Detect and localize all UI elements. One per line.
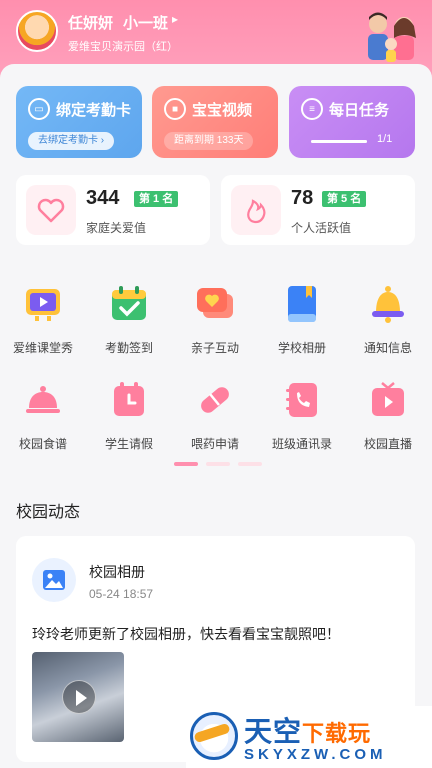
grid-item-leave[interactable]: 学生请假 [94, 380, 164, 452]
card-title: 每日任务 [329, 102, 390, 119]
grid-item-live[interactable]: 校园直播 [353, 380, 423, 452]
page-dot[interactable] [238, 462, 262, 466]
watermark-title-main: 天空 [244, 716, 303, 747]
school-name: 爱维宝贝演示园（红） [68, 41, 178, 53]
album-book-icon [288, 286, 316, 322]
chevron-right-icon[interactable]: ▸ [172, 12, 178, 26]
watermark-subtitle: SKYXZW.COM [244, 746, 387, 763]
stat-value: 344 [86, 187, 120, 209]
news-text: 玲玲老师更新了校园相册，快去看看宝宝靓照吧！ [32, 626, 340, 642]
photo-icon [32, 558, 76, 602]
chat-heart-icon [197, 288, 233, 318]
leave-calendar-icon [114, 382, 144, 416]
task-progress-fill [311, 140, 367, 143]
pill-icon [201, 387, 229, 413]
phone-book-icon [286, 383, 317, 417]
heart-icon [26, 185, 76, 235]
grid-item-classroom-show[interactable]: 爱维课堂秀 [8, 284, 78, 356]
watermark: 天空下载玩 SKYXZW.COM [186, 706, 432, 768]
card-title: 绑定考勤卡 [56, 102, 132, 119]
bell-icon [372, 286, 404, 323]
tv-play-icon [26, 289, 60, 321]
grid-item-recipes[interactable]: 校园食谱 [8, 380, 78, 452]
grid-label: 学校相册 [277, 341, 326, 355]
grid-label: 校园食谱 [18, 437, 67, 451]
flame-icon [231, 185, 281, 235]
grid-label: 通知信息 [363, 341, 412, 355]
grid-label: 班级通讯录 [271, 437, 332, 451]
section-title: 校园动态 [16, 504, 81, 521]
play-icon[interactable] [62, 680, 96, 714]
grid-item-parent-child[interactable]: 亲子互动 [180, 284, 250, 356]
news-title: 校园相册 [89, 564, 145, 580]
bind-card-button[interactable]: 去绑定考勤卡 › [28, 132, 115, 150]
watermark-title-accent: 下载玩 [302, 721, 372, 746]
food-cloche-icon [26, 386, 60, 413]
grid-item-contacts[interactable]: 班级通讯录 [267, 380, 337, 452]
avatar[interactable] [16, 10, 58, 52]
grid-label: 学生请假 [104, 437, 153, 451]
stat-label: 家庭关爱值 [86, 221, 147, 235]
video-thumbnail[interactable] [32, 652, 124, 742]
grid-label: 喂药申请 [190, 437, 239, 451]
page-dot-active [174, 462, 198, 466]
grid-item-medicine[interactable]: 喂药申请 [180, 380, 250, 452]
grid-item-attendance[interactable]: 考勤签到 [94, 284, 164, 356]
family-love-stat[interactable]: 344 第 1 名 家庭关爱值 [16, 175, 210, 245]
task-progress-text: 1/1 [377, 133, 393, 145]
stat-label: 个人活跃值 [291, 221, 352, 235]
grid-label: 亲子互动 [190, 341, 239, 355]
news-time: 05-24 18:57 [89, 587, 154, 601]
page-dot[interactable] [206, 462, 230, 466]
expiry-pill: 距离到期 133天 [164, 132, 254, 150]
baby-video-card[interactable]: ■ 宝宝视频 距离到期 133天 [152, 86, 278, 158]
page-indicator [174, 462, 264, 466]
card-title: 宝宝视频 [192, 102, 253, 119]
daily-task-card[interactable]: ≡ 每日任务 1/1 [289, 86, 415, 158]
personal-activity-stat[interactable]: 78 第 5 名 个人活跃值 [221, 175, 415, 245]
rank-badge: 第 5 名 [322, 191, 367, 207]
grid-item-notifications[interactable]: 通知信息 [353, 284, 423, 356]
calendar-check-icon [112, 286, 146, 320]
grid-label: 校园直播 [363, 437, 412, 451]
bind-attendance-card[interactable]: ▭ 绑定考勤卡 去绑定考勤卡 › [16, 86, 142, 158]
stat-value: 78 [291, 187, 314, 209]
rank-badge: 第 1 名 [134, 191, 179, 207]
card-scan-icon: ▭ [28, 98, 50, 120]
grid-item-school-album[interactable]: 学校相册 [267, 284, 337, 356]
grid-label: 考勤签到 [104, 341, 153, 355]
live-tv-icon [372, 382, 404, 416]
user-name: 任妍妍 [68, 15, 114, 32]
task-list-icon: ≡ [301, 98, 323, 120]
grid-label: 爱维课堂秀 [12, 341, 73, 355]
family-illustration [368, 12, 416, 62]
video-camera-icon: ■ [164, 98, 186, 120]
task-progress-bar [311, 140, 367, 143]
watermark-title: 天空下载玩 [244, 710, 371, 750]
class-switcher[interactable]: 小一班 [123, 12, 168, 33]
